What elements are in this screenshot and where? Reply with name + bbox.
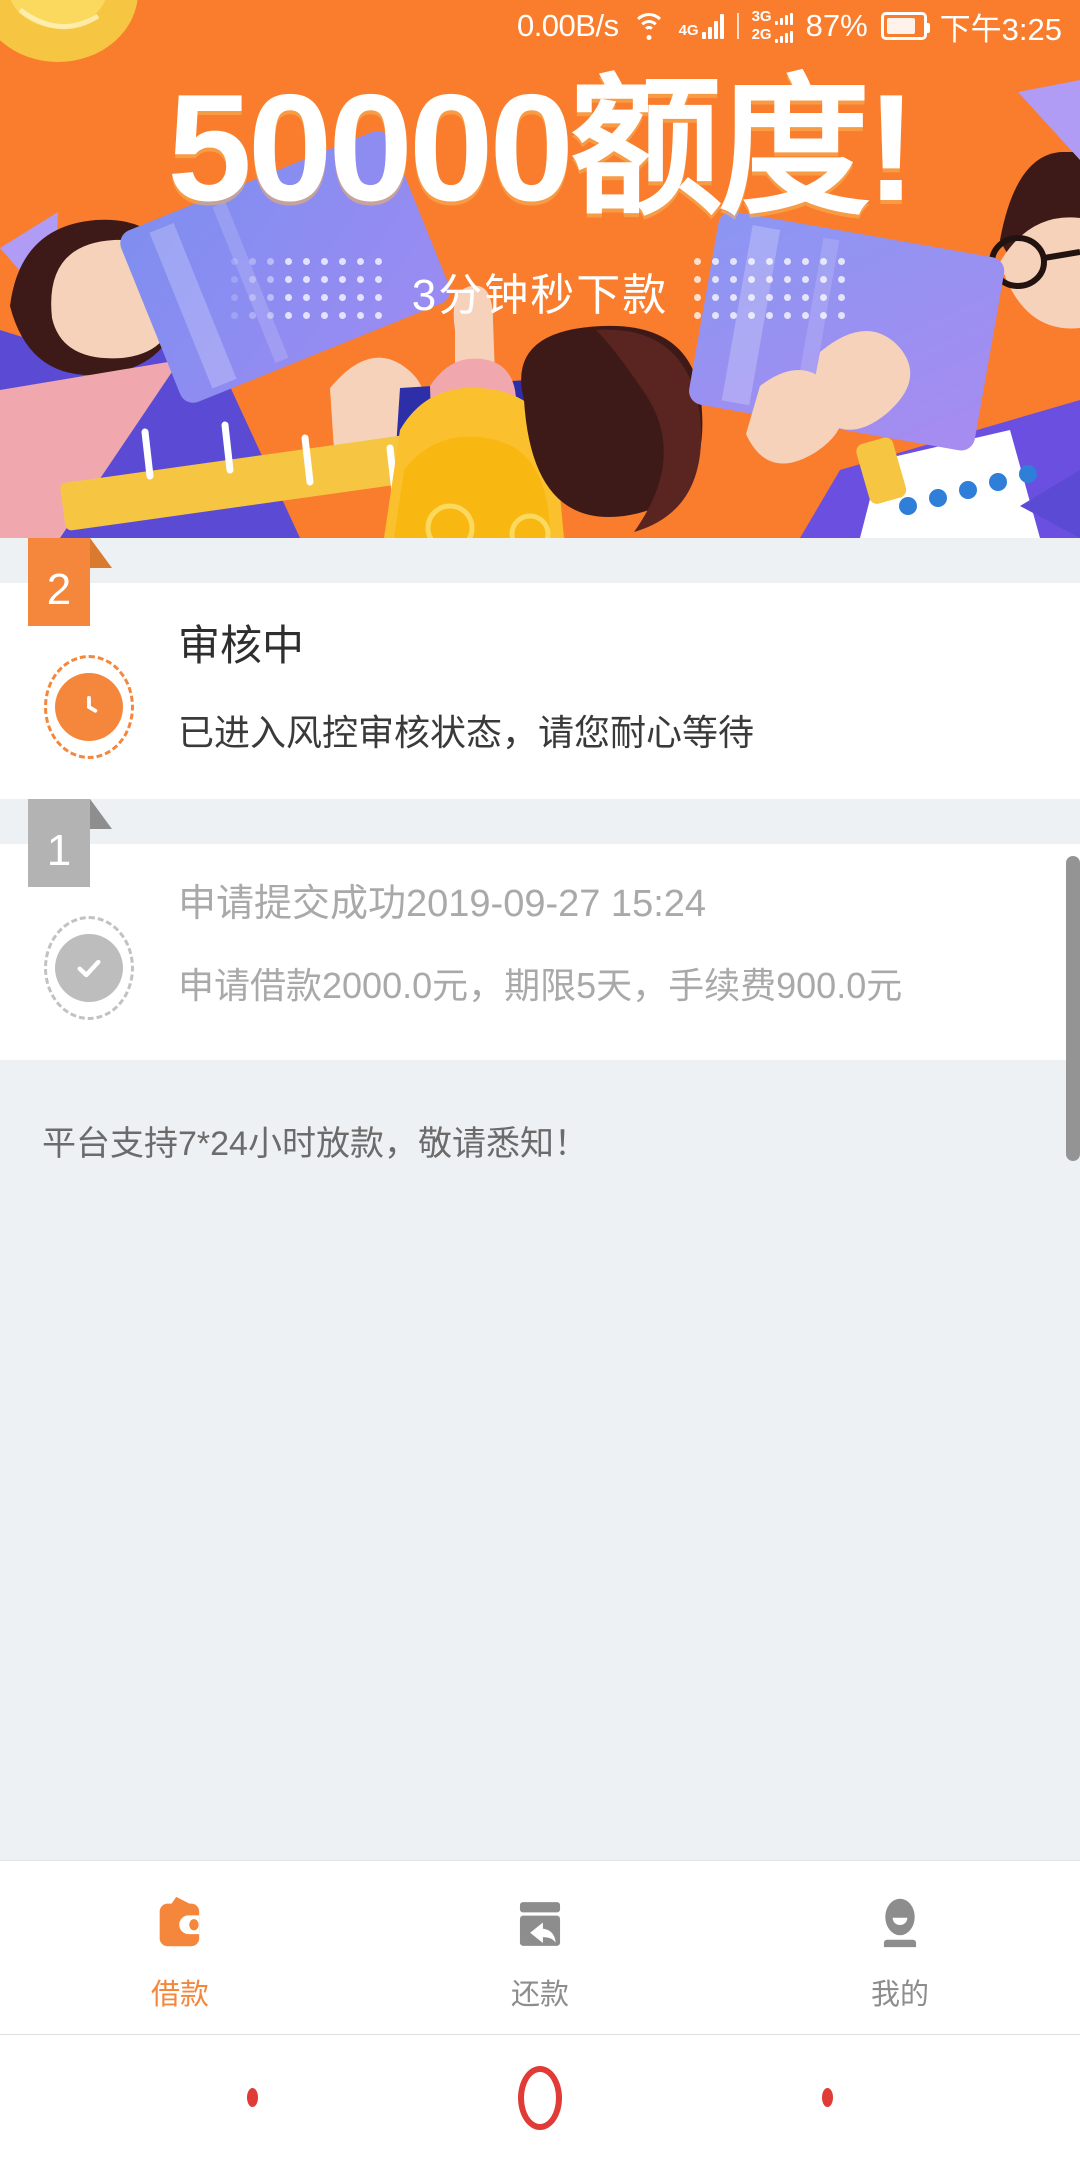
recent-dot-icon[interactable] [247, 2088, 258, 2107]
sim1-signal-icon: 4G [679, 13, 724, 39]
tab-mine-label: 我的 [870, 1978, 929, 2011]
vertical-scrollbar[interactable] [1066, 856, 1080, 1161]
banner-subtitle-row: 3分钟秒下款 [0, 258, 1080, 323]
status-bar: 0.00B/s 4G 3G 2G 87% 下午3:25 [0, 0, 1080, 52]
back-dot-icon[interactable] [822, 2088, 833, 2107]
promo-banner[interactable]: 50000额度! 3分钟秒下款 [0, 0, 1080, 538]
step-badge-2: 2 [28, 538, 112, 626]
tab-mine[interactable]: 我的 [720, 1861, 1080, 2034]
step-card-submitted[interactable]: 1 申请提交成功2019-09-27 15:24 申请借款2000.0元，期限5… [0, 799, 1080, 1060]
dot-pattern-right-icon [694, 258, 849, 323]
network-speed-label: 0.00B/s [516, 8, 619, 43]
phone-screen: 50000额度! 3分钟秒下款 0.00B/s 4G 3G 2G 87% 下午3… [0, 0, 1080, 2160]
signal-divider [736, 13, 739, 39]
step-2-desc: 已进入风控审核状态，请您耐心等待 [178, 712, 755, 754]
person-icon [872, 1891, 928, 1957]
bottom-tab-bar: 借款 还款 我的 [0, 1860, 1080, 2035]
step-card-review[interactable]: 2 审核中 已进入风控审核状态，请您耐心等待 [0, 538, 1080, 799]
step-badge-1: 1 [28, 799, 112, 887]
clock-icon [44, 655, 134, 759]
step-badge-2-number: 2 [46, 565, 72, 614]
sim2-network-label-top: 3G [751, 8, 772, 25]
step-badge-1-number: 1 [46, 826, 72, 875]
clock-time-label: 下午3:25 [939, 11, 1062, 47]
repay-arrow-icon [510, 1891, 570, 1957]
wifi-icon [631, 12, 666, 40]
sim1-network-label: 4G [678, 22, 699, 39]
banner-title: 50000额度! [167, 63, 916, 233]
tab-repay-label: 还款 [510, 1978, 569, 2011]
step-1-title: 申请提交成功2019-09-27 15:24 [178, 883, 707, 925]
tab-borrow-label: 借款 [150, 1978, 209, 2011]
home-circle-icon[interactable] [518, 2065, 562, 2130]
platform-notice: 平台支持7*24小时放款，敬请悉知！ [42, 1125, 588, 1163]
dot-pattern-left-icon [230, 258, 386, 323]
banner-subtitle: 3分钟秒下款 [411, 270, 669, 320]
tab-repay[interactable]: 还款 [360, 1861, 720, 2034]
sim2-signal-icon: 3G 2G [752, 9, 793, 43]
status-timeline: 2 审核中 已进入风控审核状态，请您耐心等待 1 申请提交成功2019-09-2… [0, 538, 1080, 1860]
spacer-above-step2 [0, 538, 1080, 583]
battery-percent-label: 87% [805, 8, 868, 43]
spacer-above-step1 [0, 799, 1080, 844]
battery-icon [880, 12, 930, 40]
tab-borrow[interactable]: 借款 [0, 1861, 360, 2034]
sim2-network-label-bottom: 2G [751, 26, 772, 43]
wallet-icon [149, 1891, 211, 1957]
android-nav-bar [0, 2035, 1080, 2160]
step-1-desc: 申请借款2000.0元，期限5天，手续费900.0元 [178, 964, 903, 1006]
check-circle-icon [44, 916, 134, 1020]
step-2-title: 审核中 [178, 622, 305, 669]
